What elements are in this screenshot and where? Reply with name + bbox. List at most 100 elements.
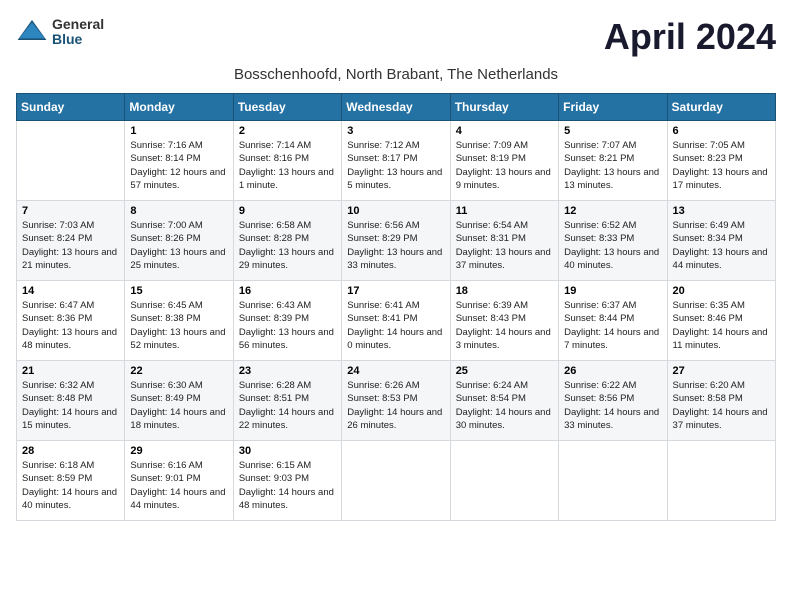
day-cell: [450, 441, 558, 521]
day-cell: 28 Sunrise: 6:18 AM Sunset: 8:59 PM Dayl…: [17, 441, 125, 521]
month-title: April 2024: [604, 16, 776, 58]
day-cell: 7 Sunrise: 7:03 AM Sunset: 8:24 PM Dayli…: [17, 201, 125, 281]
day-cell: [17, 121, 125, 201]
week-row-4: 28 Sunrise: 6:18 AM Sunset: 8:59 PM Dayl…: [17, 441, 776, 521]
day-cell: 29 Sunrise: 6:16 AM Sunset: 9:01 PM Dayl…: [125, 441, 233, 521]
logo: General Blue: [16, 16, 104, 48]
day-info: Sunrise: 6:20 AM Sunset: 8:58 PM Dayligh…: [673, 379, 770, 432]
day-cell: 3 Sunrise: 7:12 AM Sunset: 8:17 PM Dayli…: [342, 121, 450, 201]
day-cell: 20 Sunrise: 6:35 AM Sunset: 8:46 PM Dayl…: [667, 281, 775, 361]
day-info: Sunrise: 6:41 AM Sunset: 8:41 PM Dayligh…: [347, 299, 444, 352]
day-number: 15: [130, 285, 227, 297]
day-cell: 14 Sunrise: 6:47 AM Sunset: 8:36 PM Dayl…: [17, 281, 125, 361]
logo-blue-text: Blue: [52, 32, 104, 47]
day-number: 12: [564, 205, 661, 217]
day-number: 2: [239, 125, 336, 137]
day-number: 23: [239, 365, 336, 377]
day-number: 5: [564, 125, 661, 137]
day-cell: 24 Sunrise: 6:26 AM Sunset: 8:53 PM Dayl…: [342, 361, 450, 441]
day-info: Sunrise: 6:49 AM Sunset: 8:34 PM Dayligh…: [673, 219, 770, 272]
day-number: 18: [456, 285, 553, 297]
day-info: Sunrise: 6:52 AM Sunset: 8:33 PM Dayligh…: [564, 219, 661, 272]
day-number: 1: [130, 125, 227, 137]
day-number: 10: [347, 205, 444, 217]
day-number: 13: [673, 205, 770, 217]
day-cell: [342, 441, 450, 521]
day-number: 7: [22, 205, 119, 217]
day-number: 25: [456, 365, 553, 377]
col-friday: Friday: [559, 94, 667, 121]
day-info: Sunrise: 6:24 AM Sunset: 8:54 PM Dayligh…: [456, 379, 553, 432]
day-cell: 21 Sunrise: 6:32 AM Sunset: 8:48 PM Dayl…: [17, 361, 125, 441]
day-number: 26: [564, 365, 661, 377]
col-monday: Monday: [125, 94, 233, 121]
day-cell: 23 Sunrise: 6:28 AM Sunset: 8:51 PM Dayl…: [233, 361, 341, 441]
day-cell: 22 Sunrise: 6:30 AM Sunset: 8:49 PM Dayl…: [125, 361, 233, 441]
day-number: 17: [347, 285, 444, 297]
day-cell: 30 Sunrise: 6:15 AM Sunset: 9:03 PM Dayl…: [233, 441, 341, 521]
day-cell: 8 Sunrise: 7:00 AM Sunset: 8:26 PM Dayli…: [125, 201, 233, 281]
week-row-0: 1 Sunrise: 7:16 AM Sunset: 8:14 PM Dayli…: [17, 121, 776, 201]
day-info: Sunrise: 7:12 AM Sunset: 8:17 PM Dayligh…: [347, 139, 444, 192]
day-cell: 2 Sunrise: 7:14 AM Sunset: 8:16 PM Dayli…: [233, 121, 341, 201]
day-cell: 25 Sunrise: 6:24 AM Sunset: 8:54 PM Dayl…: [450, 361, 558, 441]
day-info: Sunrise: 6:43 AM Sunset: 8:39 PM Dayligh…: [239, 299, 336, 352]
day-number: 3: [347, 125, 444, 137]
day-info: Sunrise: 7:03 AM Sunset: 8:24 PM Dayligh…: [22, 219, 119, 272]
day-info: Sunrise: 6:45 AM Sunset: 8:38 PM Dayligh…: [130, 299, 227, 352]
day-number: 20: [673, 285, 770, 297]
day-info: Sunrise: 6:58 AM Sunset: 8:28 PM Dayligh…: [239, 219, 336, 272]
day-number: 4: [456, 125, 553, 137]
day-info: Sunrise: 6:22 AM Sunset: 8:56 PM Dayligh…: [564, 379, 661, 432]
calendar-table: Sunday Monday Tuesday Wednesday Thursday…: [16, 93, 776, 521]
day-cell: 13 Sunrise: 6:49 AM Sunset: 8:34 PM Dayl…: [667, 201, 775, 281]
day-cell: 4 Sunrise: 7:09 AM Sunset: 8:19 PM Dayli…: [450, 121, 558, 201]
day-cell: [667, 441, 775, 521]
day-info: Sunrise: 6:15 AM Sunset: 9:03 PM Dayligh…: [239, 459, 336, 512]
day-cell: 16 Sunrise: 6:43 AM Sunset: 8:39 PM Dayl…: [233, 281, 341, 361]
day-number: 22: [130, 365, 227, 377]
day-number: 28: [22, 445, 119, 457]
day-number: 11: [456, 205, 553, 217]
col-sunday: Sunday: [17, 94, 125, 121]
day-info: Sunrise: 7:16 AM Sunset: 8:14 PM Dayligh…: [130, 139, 227, 192]
day-info: Sunrise: 6:26 AM Sunset: 8:53 PM Dayligh…: [347, 379, 444, 432]
day-cell: 9 Sunrise: 6:58 AM Sunset: 8:28 PM Dayli…: [233, 201, 341, 281]
day-info: Sunrise: 7:05 AM Sunset: 8:23 PM Dayligh…: [673, 139, 770, 192]
day-info: Sunrise: 6:56 AM Sunset: 8:29 PM Dayligh…: [347, 219, 444, 272]
day-cell: 19 Sunrise: 6:37 AM Sunset: 8:44 PM Dayl…: [559, 281, 667, 361]
subtitle: Bosschenhoofd, North Brabant, The Nether…: [16, 66, 776, 83]
day-number: 21: [22, 365, 119, 377]
day-info: Sunrise: 6:54 AM Sunset: 8:31 PM Dayligh…: [456, 219, 553, 272]
day-info: Sunrise: 7:07 AM Sunset: 8:21 PM Dayligh…: [564, 139, 661, 192]
day-info: Sunrise: 6:47 AM Sunset: 8:36 PM Dayligh…: [22, 299, 119, 352]
week-row-1: 7 Sunrise: 7:03 AM Sunset: 8:24 PM Dayli…: [17, 201, 776, 281]
day-cell: 11 Sunrise: 6:54 AM Sunset: 8:31 PM Dayl…: [450, 201, 558, 281]
logo-text: General Blue: [52, 17, 104, 48]
day-info: Sunrise: 6:16 AM Sunset: 9:01 PM Dayligh…: [130, 459, 227, 512]
day-number: 29: [130, 445, 227, 457]
day-number: 8: [130, 205, 227, 217]
header-row: Sunday Monday Tuesday Wednesday Thursday…: [17, 94, 776, 121]
day-info: Sunrise: 6:37 AM Sunset: 8:44 PM Dayligh…: [564, 299, 661, 352]
day-cell: 12 Sunrise: 6:52 AM Sunset: 8:33 PM Dayl…: [559, 201, 667, 281]
day-info: Sunrise: 6:18 AM Sunset: 8:59 PM Dayligh…: [22, 459, 119, 512]
logo-general-text: General: [52, 17, 104, 32]
day-cell: 27 Sunrise: 6:20 AM Sunset: 8:58 PM Dayl…: [667, 361, 775, 441]
day-cell: 1 Sunrise: 7:16 AM Sunset: 8:14 PM Dayli…: [125, 121, 233, 201]
day-number: 19: [564, 285, 661, 297]
day-cell: [559, 441, 667, 521]
col-saturday: Saturday: [667, 94, 775, 121]
week-row-2: 14 Sunrise: 6:47 AM Sunset: 8:36 PM Dayl…: [17, 281, 776, 361]
day-cell: 5 Sunrise: 7:07 AM Sunset: 8:21 PM Dayli…: [559, 121, 667, 201]
day-info: Sunrise: 6:32 AM Sunset: 8:48 PM Dayligh…: [22, 379, 119, 432]
day-cell: 6 Sunrise: 7:05 AM Sunset: 8:23 PM Dayli…: [667, 121, 775, 201]
day-info: Sunrise: 7:00 AM Sunset: 8:26 PM Dayligh…: [130, 219, 227, 272]
day-cell: 10 Sunrise: 6:56 AM Sunset: 8:29 PM Dayl…: [342, 201, 450, 281]
day-info: Sunrise: 6:28 AM Sunset: 8:51 PM Dayligh…: [239, 379, 336, 432]
day-info: Sunrise: 6:35 AM Sunset: 8:46 PM Dayligh…: [673, 299, 770, 352]
day-number: 16: [239, 285, 336, 297]
day-cell: 26 Sunrise: 6:22 AM Sunset: 8:56 PM Dayl…: [559, 361, 667, 441]
day-cell: 17 Sunrise: 6:41 AM Sunset: 8:41 PM Dayl…: [342, 281, 450, 361]
logo-icon: [16, 16, 48, 48]
